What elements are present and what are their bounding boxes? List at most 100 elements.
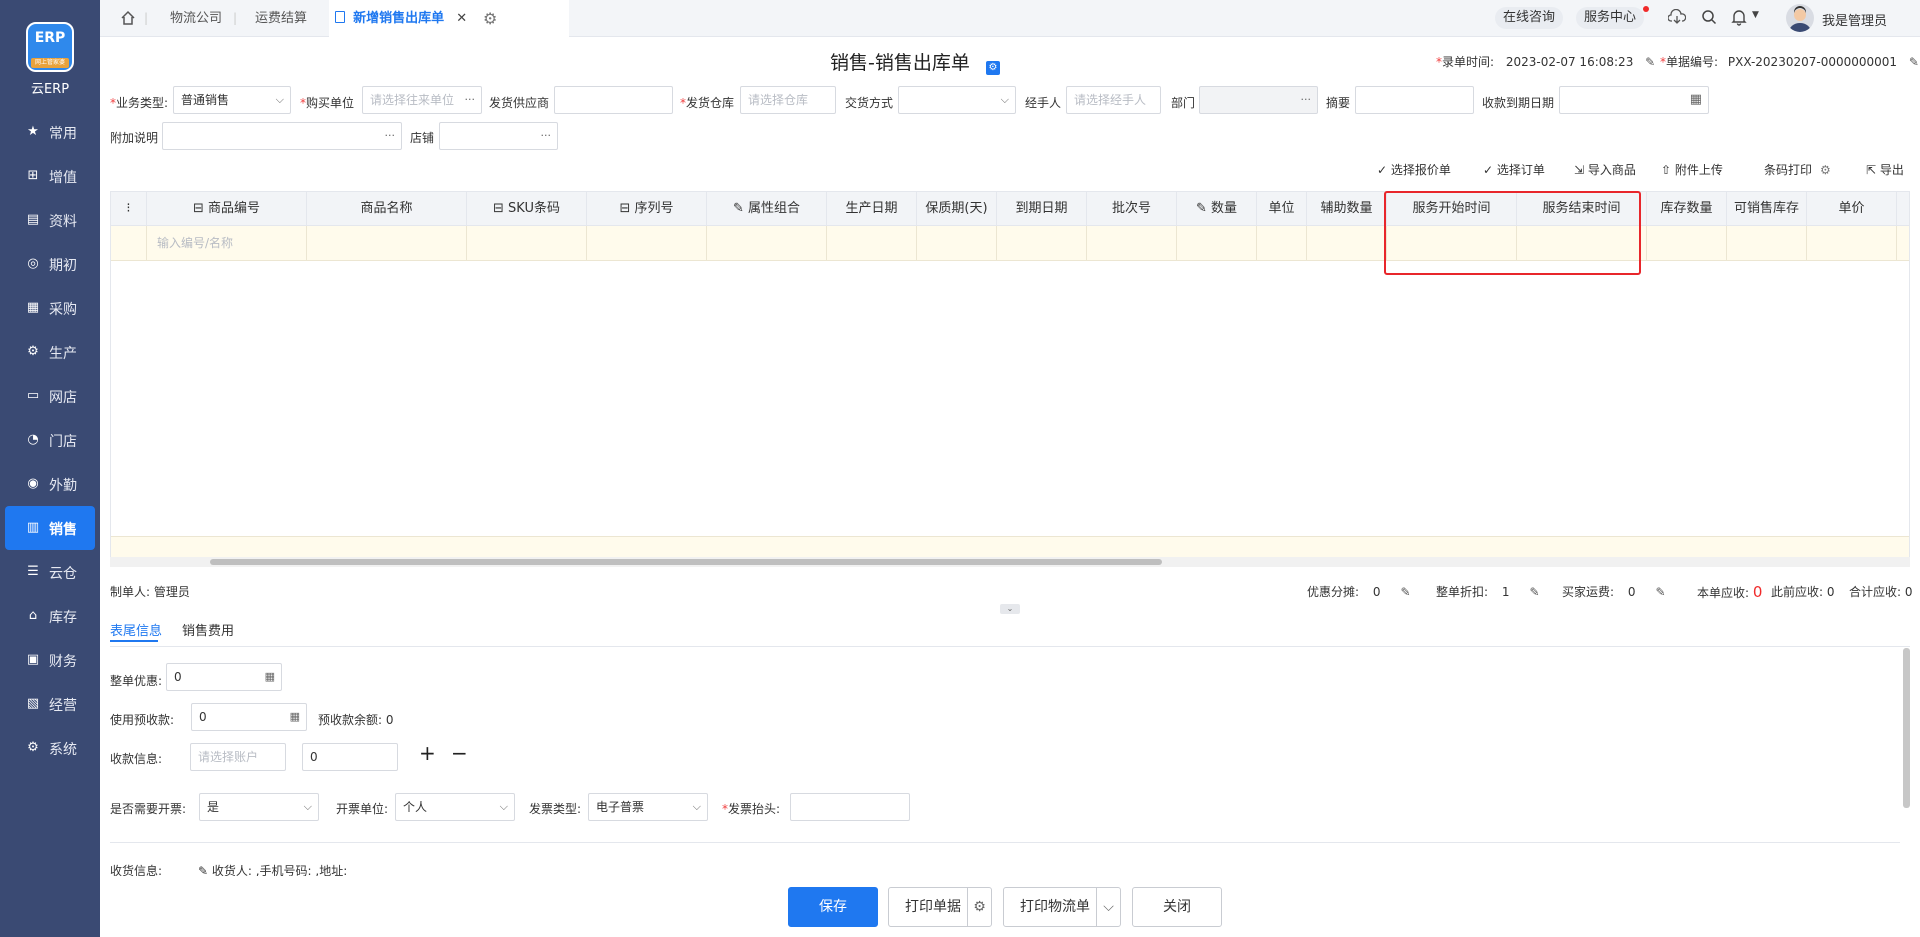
horizontal-scrollbar[interactable] <box>110 557 1910 567</box>
close-icon[interactable]: ✕ <box>456 11 467 26</box>
edit-icon[interactable]: ✎ <box>1656 585 1666 599</box>
sidebar-item-0[interactable]: ★ 常用 <box>0 110 100 154</box>
upload-attachment-button[interactable]: ⇧ 附件上传 <box>1661 161 1723 178</box>
col-expiry-date[interactable]: 到期日期 <box>997 192 1087 226</box>
edit-icon[interactable]: ✎ <box>1530 585 1540 599</box>
delivery-select[interactable]: ⌵ <box>898 86 1016 114</box>
col-production-date[interactable]: 生产日期 <box>827 192 917 226</box>
col-batch[interactable]: 批次号 <box>1087 192 1177 226</box>
select-order-button[interactable]: ✓ 选择订单 <box>1483 161 1545 178</box>
col-shelf-life[interactable]: 保质期(天) <box>917 192 997 226</box>
print-button[interactable]: 打印单据 ⚙ <box>888 887 992 927</box>
settings-icon[interactable]: ⚙ <box>985 61 1000 75</box>
cloud-download-icon[interactable] <box>1667 8 1687 28</box>
tab-sales-expense[interactable]: 销售费用 <box>182 620 234 639</box>
export-button[interactable]: ⇱ 导出 <box>1866 161 1904 178</box>
buyer-input[interactable]: 请选择往来单位 ··· <box>362 86 482 114</box>
receipt-amount-input[interactable]: 0 <box>302 743 398 771</box>
col-sellable-stock[interactable]: 可销售库存 <box>1727 192 1807 226</box>
col-unit-price[interactable]: 单价 <box>1807 192 1897 226</box>
tab-new-sales-outbound[interactable]: 新增销售出库单 ✕ <box>329 0 569 37</box>
sidebar-item-label: 采购 <box>49 302 77 318</box>
invoice-unit-select[interactable]: 个人 ⌵ <box>395 793 515 821</box>
edit-icon[interactable]: ✎ <box>1645 55 1655 69</box>
gear-icon[interactable]: ⚙ <box>967 888 991 926</box>
due-date-input[interactable]: ▦ <box>1559 86 1709 114</box>
note-input[interactable]: ··· <box>162 122 402 150</box>
sidebar-item-7[interactable]: ◔ 门店 <box>0 418 100 462</box>
active-tab-indicator <box>110 640 158 642</box>
record-time: *录单时间: 2023-02-07 16:08:23 ✎ <box>1436 55 1656 69</box>
prepay-label: 使用预收款: <box>110 713 175 727</box>
whole-discount-input[interactable]: 0 ▦ <box>166 663 282 691</box>
barcode-print-button[interactable]: 条码打印 ⚙ <box>1764 161 1831 178</box>
col-quantity[interactable]: ✎ 数量 <box>1177 192 1257 226</box>
handler-input[interactable]: 请选择经手人 <box>1066 86 1161 114</box>
select-quote-button[interactable]: ✓ 选择报价单 <box>1377 161 1451 178</box>
col-stock[interactable]: 库存数量 <box>1647 192 1727 226</box>
sidebar-item-10[interactable]: ☰ 云仓 <box>0 550 100 594</box>
sidebar-item-6[interactable]: ▭ 网店 <box>0 374 100 418</box>
col-sku[interactable]: ⊟ SKU条码 <box>467 192 587 226</box>
sidebar-item-14[interactable]: ⚙ 系统 <box>0 726 100 770</box>
bell-icon[interactable] <box>1731 8 1747 29</box>
biz-type-select[interactable]: 普通销售 ⌵ <box>173 86 291 114</box>
import-goods-button[interactable]: ⇲ 导入商品 <box>1574 161 1636 178</box>
edit-icon[interactable]: ✎ <box>1909 55 1919 69</box>
prepay-input[interactable]: 0 ▦ <box>191 703 307 731</box>
service-center-button[interactable]: 服务中心 <box>1576 7 1645 29</box>
store-input[interactable]: ··· <box>439 122 558 150</box>
sidebar-item-11[interactable]: ⌂ 库存 <box>0 594 100 638</box>
drag-handle-icon[interactable]: ⁝ <box>111 192 147 226</box>
sidebar-item-12[interactable]: ▣ 财务 <box>0 638 100 682</box>
chevron-down-icon: ⌵ <box>499 800 508 813</box>
edit-icon[interactable]: ✎ <box>1401 585 1411 599</box>
vertical-scrollbar[interactable] <box>1903 648 1910 808</box>
print-logistics-button[interactable]: 打印物流单 ⌵ <box>1003 887 1121 927</box>
user-name[interactable]: 我是管理员 <box>1822 10 1887 29</box>
online-consult-button[interactable]: 在线咨询 <box>1495 7 1564 29</box>
col-unit[interactable]: 单位 <box>1257 192 1307 226</box>
tab-logistics[interactable]: 物流公司 <box>170 0 222 37</box>
account-select[interactable]: 请选择账户 <box>190 743 286 771</box>
invoice-type-select[interactable]: 电子普票 ⌵ <box>588 793 708 821</box>
sidebar-item-3[interactable]: ◎ 期初 <box>0 242 100 286</box>
col-goods-code[interactable]: ⊟ 商品编号 <box>147 192 307 226</box>
home-icon[interactable] <box>120 10 136 26</box>
save-button[interactable]: 保存 <box>788 887 878 927</box>
sidebar-item-5[interactable]: ⚙ 生产 <box>0 330 100 374</box>
avatar[interactable] <box>1786 4 1814 32</box>
chevron-down-icon[interactable]: ▼ <box>1752 10 1759 20</box>
more-icon: ··· <box>464 93 476 106</box>
goods-code-input[interactable]: 输入编号/名称 <box>147 226 307 261</box>
tab-settings-icon[interactable]: ⚙ <box>483 9 497 28</box>
sidebar-item-2[interactable]: ▤ 资料 <box>0 198 100 242</box>
scrollbar-thumb[interactable] <box>210 559 1162 565</box>
col-serial[interactable]: ⊟ 序列号 <box>587 192 707 226</box>
sidebar-item-13[interactable]: ▧ 经营 <box>0 682 100 726</box>
service-time-highlight <box>1384 191 1641 275</box>
target-icon: ◎ <box>27 256 39 271</box>
tab-tail-info[interactable]: 表尾信息 <box>110 620 162 639</box>
summary-input[interactable] <box>1355 86 1474 114</box>
minus-icon[interactable]: − <box>451 741 468 765</box>
dept-input[interactable]: ··· <box>1199 86 1318 114</box>
search-icon[interactable] <box>1701 9 1717 28</box>
invoice-title-input[interactable] <box>790 793 910 821</box>
chevron-down-icon[interactable]: ⌵ <box>1096 888 1120 926</box>
col-attributes[interactable]: ✎ 属性组合 <box>707 192 827 226</box>
col-goods-name[interactable]: 商品名称 <box>307 192 467 226</box>
sidebar-item-8[interactable]: ◉ 外勤 <box>0 462 100 506</box>
supplier-input[interactable] <box>554 86 673 114</box>
tab-freight[interactable]: 运费结算 <box>255 0 307 37</box>
sidebar-item-1[interactable]: ⊞ 增值 <box>0 154 100 198</box>
col-aux-quantity[interactable]: 辅助数量 <box>1307 192 1387 226</box>
warehouse-input[interactable]: 请选择仓库 <box>740 86 836 114</box>
sidebar-item-9[interactable]: ▥ 销售 <box>5 506 95 550</box>
close-button[interactable]: 关闭 <box>1132 887 1222 927</box>
invoice-select[interactable]: 是 ⌵ <box>199 793 319 821</box>
collapse-chevron-icon[interactable]: ⌄ <box>1000 604 1020 614</box>
sidebar-item-4[interactable]: ▦ 采购 <box>0 286 100 330</box>
plus-icon[interactable]: + <box>419 741 436 765</box>
check-icon: ✓ <box>1483 163 1497 177</box>
